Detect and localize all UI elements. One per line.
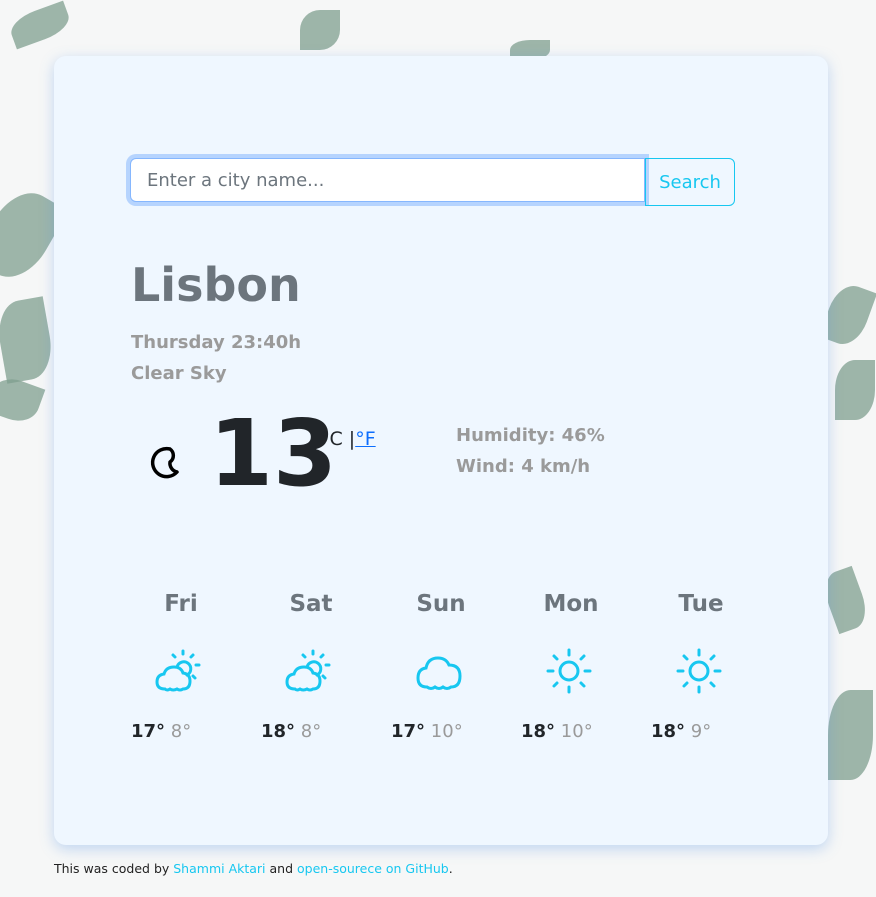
forecast-low: 9° — [690, 721, 712, 742]
partly-cloudy-icon — [155, 649, 201, 692]
footer-text: and — [265, 861, 297, 876]
forecast-day: Sun 17° 10° — [391, 591, 521, 742]
forecast-high: 17° — [131, 721, 166, 742]
moon-icon — [150, 446, 179, 479]
partly-cloudy-icon — [285, 649, 331, 692]
date-time: Thursday 23:40h — [131, 332, 302, 353]
weather-card: Search Lisbon Thursday 23:40h Clear Sky … — [54, 56, 828, 845]
forecast-day-name: Mon — [543, 591, 599, 617]
wind: Wind: 4 km/h — [456, 456, 591, 477]
forecast-day: Mon 18° 10° — [521, 591, 651, 742]
unit-toggle: °C |°F — [320, 428, 376, 450]
footer-text: . — [448, 861, 453, 876]
footer-text: This was coded by — [54, 861, 174, 876]
forecast-day-name: Fri — [164, 591, 198, 617]
city-name: Lisbon — [131, 258, 301, 312]
search-button[interactable]: Search — [645, 158, 735, 206]
sun-icon — [546, 648, 592, 694]
forecast-day: Sat 18° 8° — [261, 591, 391, 742]
forecast-high: 18° — [651, 721, 686, 742]
sun-icon — [676, 648, 722, 694]
cloud-icon — [416, 656, 462, 690]
forecast-low: 8° — [300, 721, 322, 742]
forecast-temps: 18° 9° — [651, 721, 781, 742]
forecast-temps: 17° 10° — [391, 721, 521, 742]
forecast-high: 18° — [521, 721, 556, 742]
forecast-low: 10° — [430, 721, 463, 742]
fahrenheit-link[interactable]: °F — [355, 428, 375, 450]
forecast-high: 18° — [261, 721, 296, 742]
forecast-day-name: Tue — [678, 591, 724, 617]
forecast-day: Tue 18° 9° — [651, 591, 781, 742]
current-temperature: 13 — [209, 400, 338, 507]
forecast-high: 17° — [391, 721, 426, 742]
github-link[interactable]: open-sourece on GitHub — [297, 861, 449, 876]
search-form: Search — [130, 158, 735, 206]
forecast-low: 10° — [560, 721, 593, 742]
forecast-temps: 18° 8° — [261, 721, 391, 742]
celsius-unit[interactable]: °C | — [320, 428, 355, 450]
weather-description: Clear Sky — [131, 363, 227, 384]
forecast-temps: 18° 10° — [521, 721, 651, 742]
forecast-day-name: Sat — [289, 591, 333, 617]
footer: This was coded by Shammi Aktari and open… — [54, 861, 453, 876]
forecast-low: 8° — [170, 721, 192, 742]
forecast-temps: 17° 8° — [131, 721, 261, 742]
author-link[interactable]: Shammi Aktari — [173, 861, 265, 876]
forecast-day: Fri 17° 8° — [131, 591, 261, 742]
forecast-day-name: Sun — [416, 591, 466, 617]
humidity: Humidity: 46% — [456, 425, 605, 446]
city-search-input[interactable] — [130, 158, 645, 202]
